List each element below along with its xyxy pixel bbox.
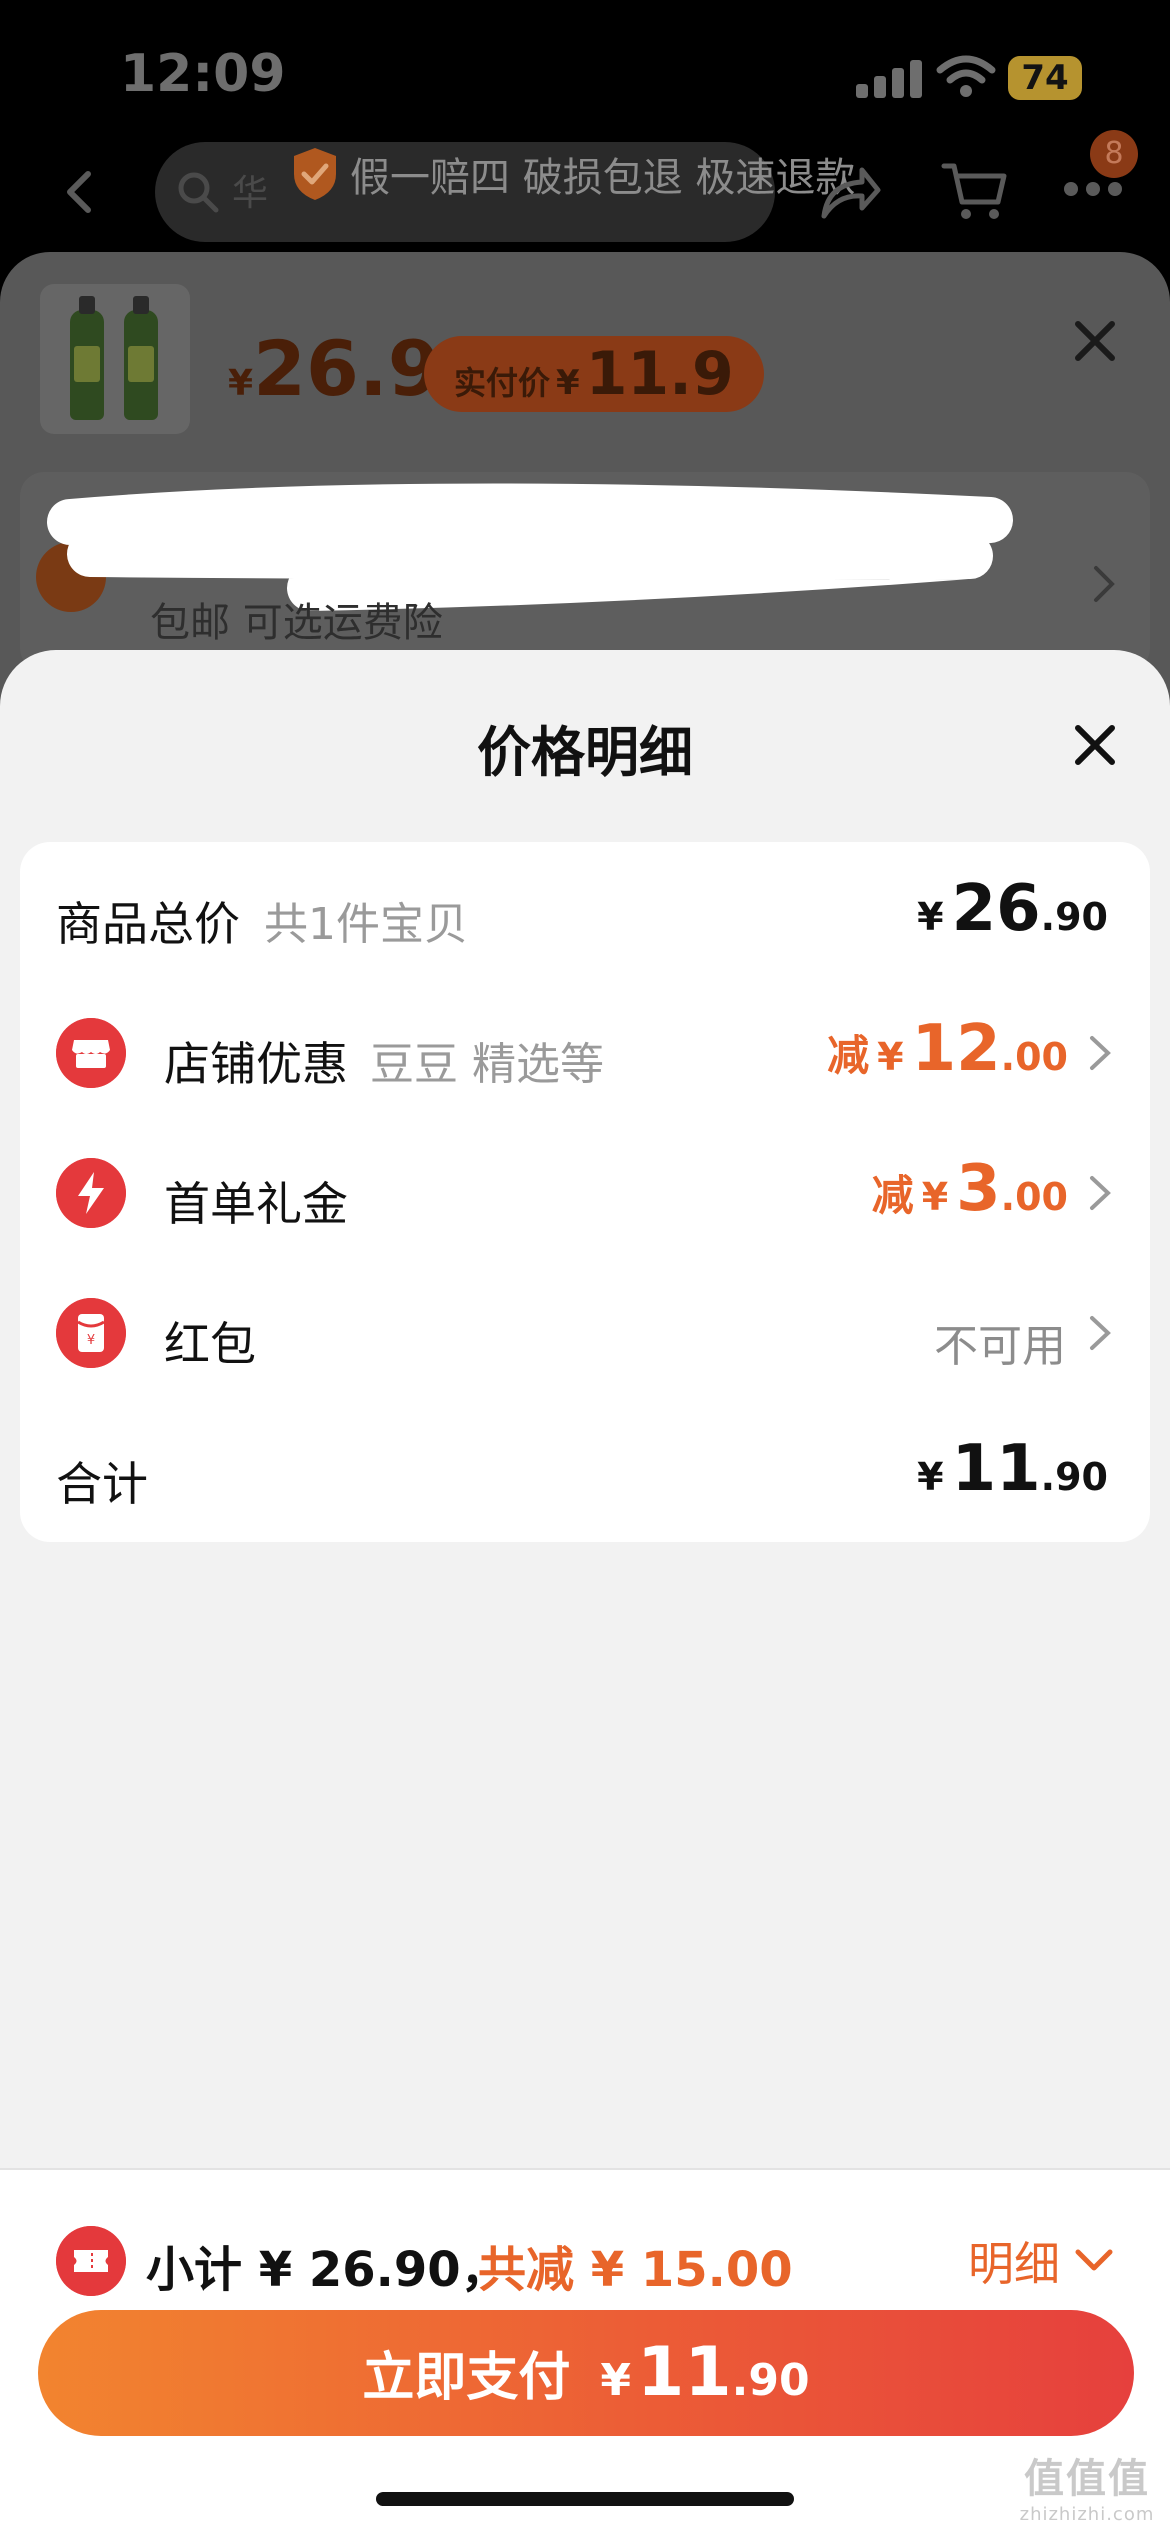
battery-indicator: 74 bbox=[1008, 56, 1082, 100]
back-icon[interactable] bbox=[58, 170, 102, 214]
pay-now-button[interactable]: 立即支付 ¥11.90 bbox=[38, 2310, 1134, 2436]
chevron-right-icon bbox=[1090, 1316, 1111, 1350]
row-label: 商品总价 bbox=[56, 897, 240, 951]
lightning-icon bbox=[56, 1158, 126, 1228]
status-time: 12:09 bbox=[120, 44, 286, 104]
checkout-bar: 小计 ¥ 26.90， 共减 ¥ 15.00 明细 立即支付 ¥11.90 值值… bbox=[0, 2168, 1170, 2532]
chevron-right-icon bbox=[1090, 1036, 1111, 1070]
price-detail-card: 商品总价 共1件宝贝 ¥26.90 店铺优惠 豆豆 精选等 减 ¥12.00 首… bbox=[20, 842, 1150, 1542]
wifi-icon bbox=[936, 55, 996, 97]
store-icon bbox=[56, 1018, 126, 1088]
chevron-right-icon bbox=[1094, 566, 1115, 602]
row-label: 首单礼金 bbox=[164, 1177, 348, 1231]
guarantee-text: 假一赔四 破损包退 极速退款 bbox=[350, 155, 856, 201]
total-price-row: 商品总价 共1件宝贝 ¥26.90 bbox=[20, 842, 1150, 982]
row-amount: ¥26.90 bbox=[917, 872, 1108, 946]
shield-icon bbox=[294, 148, 336, 200]
red-packet-row[interactable]: ¥ 红包 不可用 bbox=[20, 1262, 1150, 1402]
shipping-info: 包邮 可选运费险 bbox=[150, 600, 443, 646]
svg-text:¥: ¥ bbox=[87, 1333, 95, 1348]
guarantee-banner: 假一赔四 破损包退 极速退款 bbox=[290, 144, 855, 204]
home-indicator bbox=[376, 2492, 794, 2506]
store-discount-row[interactable]: 店铺优惠 豆豆 精选等 减 ¥12.00 bbox=[20, 982, 1150, 1122]
top-navigation: 华 假一赔四 破损包退 极速退款 8 bbox=[0, 130, 1170, 250]
sheet-title: 价格明细 bbox=[477, 721, 693, 784]
product-price: ¥26.9 bbox=[228, 324, 441, 413]
close-icon[interactable] bbox=[1072, 722, 1118, 768]
cart-icon[interactable] bbox=[940, 160, 1010, 224]
coupon-icon bbox=[56, 2226, 126, 2296]
sum-row: 合计 ¥11.90 bbox=[20, 1402, 1150, 1542]
chevron-right-icon bbox=[1090, 1176, 1111, 1210]
close-icon[interactable] bbox=[1070, 316, 1120, 366]
subtotal-text: 小计 ¥ 26.90， bbox=[146, 2242, 509, 2298]
share-icon[interactable] bbox=[818, 164, 882, 224]
detail-toggle-label: 明细 bbox=[968, 2237, 1060, 2291]
chevron-down-icon bbox=[1075, 2249, 1113, 2271]
status-bar: 12:09 74 bbox=[0, 0, 1170, 140]
saved-amount: 共减 ¥ 15.00 bbox=[478, 2242, 793, 2298]
red-packet-icon: ¥ bbox=[56, 1298, 126, 1368]
paid-price-badge: 实付价 ¥ 11.9 bbox=[424, 336, 764, 412]
row-label: 店铺优惠 bbox=[164, 1037, 348, 1091]
first-order-gift-row[interactable]: 首单礼金 减 ¥3.00 bbox=[20, 1122, 1150, 1262]
red-packet-status: 不可用 bbox=[934, 1321, 1066, 1372]
more-icon[interactable] bbox=[1064, 180, 1124, 200]
row-amount: 减 ¥12.00 bbox=[827, 1012, 1068, 1086]
row-sub: 共1件宝贝 bbox=[264, 899, 468, 950]
row-sub: 豆豆 精选等 bbox=[370, 1039, 604, 1090]
search-icon bbox=[178, 172, 219, 213]
row-amount: 减 ¥3.00 bbox=[871, 1152, 1068, 1226]
row-amount: ¥11.90 bbox=[917, 1432, 1108, 1506]
row-label: 合计 bbox=[56, 1457, 148, 1511]
search-placeholder: 华 bbox=[232, 173, 269, 214]
watermark: 值值值 zhizhizhi.com bbox=[1019, 2456, 1155, 2525]
detail-toggle-button[interactable]: 明细 bbox=[968, 2226, 1116, 2296]
cart-badge: 8 bbox=[1090, 130, 1138, 178]
signal-icon bbox=[856, 58, 922, 98]
product-image bbox=[40, 284, 190, 434]
row-label: 红包 bbox=[164, 1317, 256, 1371]
